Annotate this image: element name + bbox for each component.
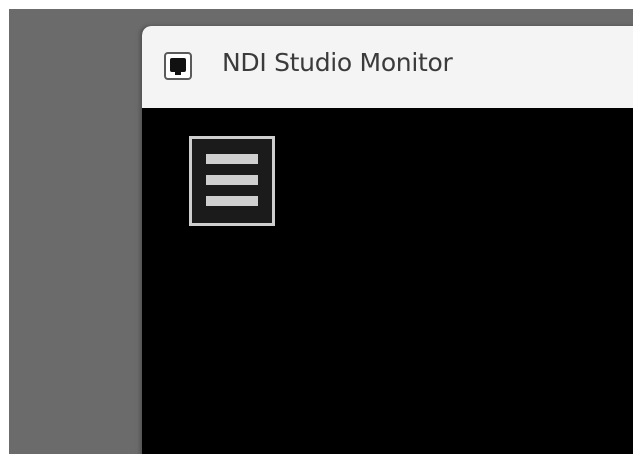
- hamburger-menu-icon-bar: [206, 196, 258, 206]
- monitor-icon: [164, 52, 192, 80]
- title-bar[interactable]: NDI Studio Monitor: [142, 26, 633, 108]
- monitor-screen-shape: [170, 58, 186, 72]
- hamburger-menu-icon: [206, 154, 258, 164]
- window-title: NDI Studio Monitor: [222, 48, 453, 77]
- hamburger-menu-button[interactable]: [189, 136, 275, 226]
- hamburger-menu-icon-bar: [206, 175, 258, 185]
- app-window: NDI Studio Monitor: [142, 26, 633, 454]
- video-display-area[interactable]: [142, 108, 633, 454]
- screenshot-frame: NDI Studio Monitor: [0, 0, 633, 454]
- desktop-background: NDI Studio Monitor: [9, 9, 633, 454]
- monitor-stand-shape: [175, 72, 181, 75]
